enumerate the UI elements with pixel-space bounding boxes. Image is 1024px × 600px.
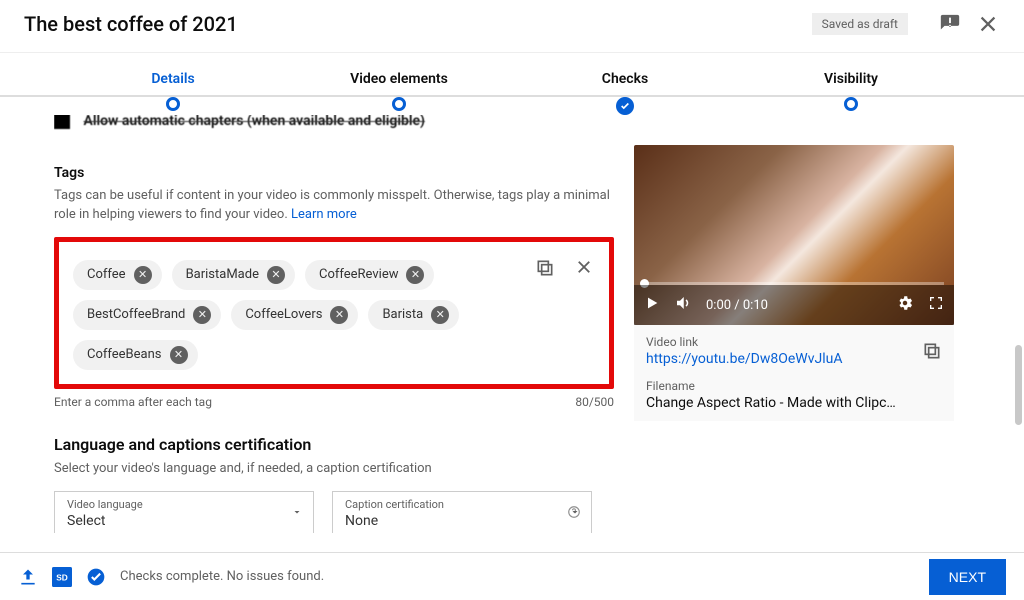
step-label: Video elements (350, 71, 448, 87)
tag-label: Coffee (87, 267, 126, 282)
tag-chip[interactable]: Barista ✕ (368, 300, 459, 330)
tag-label: BestCoffeeBrand (87, 307, 185, 322)
chevron-down-icon (291, 506, 303, 518)
copy-link-icon[interactable] (922, 341, 942, 365)
tags-counter: 80/500 (575, 395, 614, 409)
step-details[interactable]: Details (60, 71, 286, 111)
caption-certification-select[interactable]: Caption certification None (332, 491, 592, 533)
tag-chip[interactable]: Coffee ✕ (73, 260, 162, 290)
tag-remove-icon[interactable]: ✕ (170, 346, 188, 364)
tag-remove-icon[interactable]: ✕ (431, 306, 449, 324)
previous-option-truncated: Allow automatic chapters (when available… (54, 115, 614, 129)
language-description: Select your video's language and, if nee… (54, 460, 614, 479)
select-value: Select (67, 513, 301, 529)
copy-tags-icon[interactable] (535, 258, 555, 282)
tag-remove-icon[interactable]: ✕ (406, 266, 424, 284)
tag-remove-icon[interactable]: ✕ (267, 266, 285, 284)
filename-label: Filename (646, 379, 942, 393)
check-circle-icon (86, 567, 106, 587)
stepper: Details Video elements Checks Visibility (0, 53, 1024, 115)
scrollbar[interactable] (1015, 345, 1022, 425)
tags-input-box[interactable]: Coffee✕BaristaMade✕CoffeeReview✕BestCoff… (54, 237, 614, 389)
tags-hint: Enter a comma after each tag (54, 395, 212, 409)
tag-label: CoffeeBeans (87, 347, 162, 362)
step-checks[interactable]: Checks (512, 71, 738, 115)
select-label: Caption certification (345, 498, 579, 511)
video-language-select[interactable]: Video language Select (54, 491, 314, 533)
tags-description: Tags can be useful if content in your vi… (54, 187, 614, 225)
step-video-elements[interactable]: Video elements (286, 71, 512, 111)
tag-chip[interactable]: CoffeeLovers ✕ (231, 300, 358, 330)
filename-value: Change Aspect Ratio - Made with Clipc… (646, 395, 936, 411)
video-link[interactable]: https://youtu.be/Dw8OeWvJluA (646, 351, 842, 367)
next-button[interactable]: NEXT (929, 559, 1006, 595)
sd-badge-icon[interactable]: SD (52, 567, 72, 587)
volume-icon[interactable] (674, 294, 692, 316)
tag-remove-icon[interactable]: ✕ (134, 266, 152, 284)
chevron-down-icon (569, 506, 581, 518)
tag-remove-icon[interactable]: ✕ (330, 306, 348, 324)
tag-chip[interactable]: BestCoffeeBrand ✕ (73, 300, 221, 330)
tag-label: BaristaMade (186, 267, 259, 282)
tag-label: Barista (382, 307, 423, 322)
video-preview[interactable]: 0:00 / 0:10 (634, 145, 954, 325)
tag-chip[interactable]: CoffeeReview ✕ (305, 260, 435, 290)
footer-bar: SD Checks complete. No issues found. NEX… (0, 552, 1024, 600)
step-label: Details (151, 71, 194, 87)
tag-remove-icon[interactable]: ✕ (193, 306, 211, 324)
step-label: Visibility (824, 71, 878, 87)
page-title: The best coffee of 2021 (24, 12, 812, 36)
tag-chip[interactable]: CoffeeBeans ✕ (73, 340, 198, 370)
clear-tags-icon[interactable] (575, 258, 593, 282)
draft-status-badge: Saved as draft (812, 13, 908, 35)
select-label: Video language (67, 498, 301, 511)
close-icon[interactable] (976, 12, 1000, 36)
learn-more-link[interactable]: Learn more (291, 207, 357, 222)
upload-icon[interactable] (18, 567, 38, 587)
fullscreen-icon[interactable] (928, 295, 944, 315)
video-link-label: Video link (646, 335, 842, 349)
svg-text:SD: SD (56, 572, 68, 582)
settings-icon[interactable] (896, 294, 914, 316)
step-label: Checks (602, 71, 648, 87)
tags-heading: Tags (54, 165, 614, 181)
language-heading: Language and captions certification (54, 435, 614, 454)
play-icon[interactable] (644, 295, 660, 315)
tag-label: CoffeeLovers (245, 307, 322, 322)
step-visibility[interactable]: Visibility (738, 71, 964, 111)
feedback-icon[interactable] (938, 12, 962, 36)
tag-chip[interactable]: BaristaMade ✕ (172, 260, 295, 290)
tag-label: CoffeeReview (319, 267, 399, 282)
video-time: 0:00 / 0:10 (706, 298, 768, 313)
footer-status: Checks complete. No issues found. (120, 569, 324, 584)
select-value: None (345, 513, 579, 529)
